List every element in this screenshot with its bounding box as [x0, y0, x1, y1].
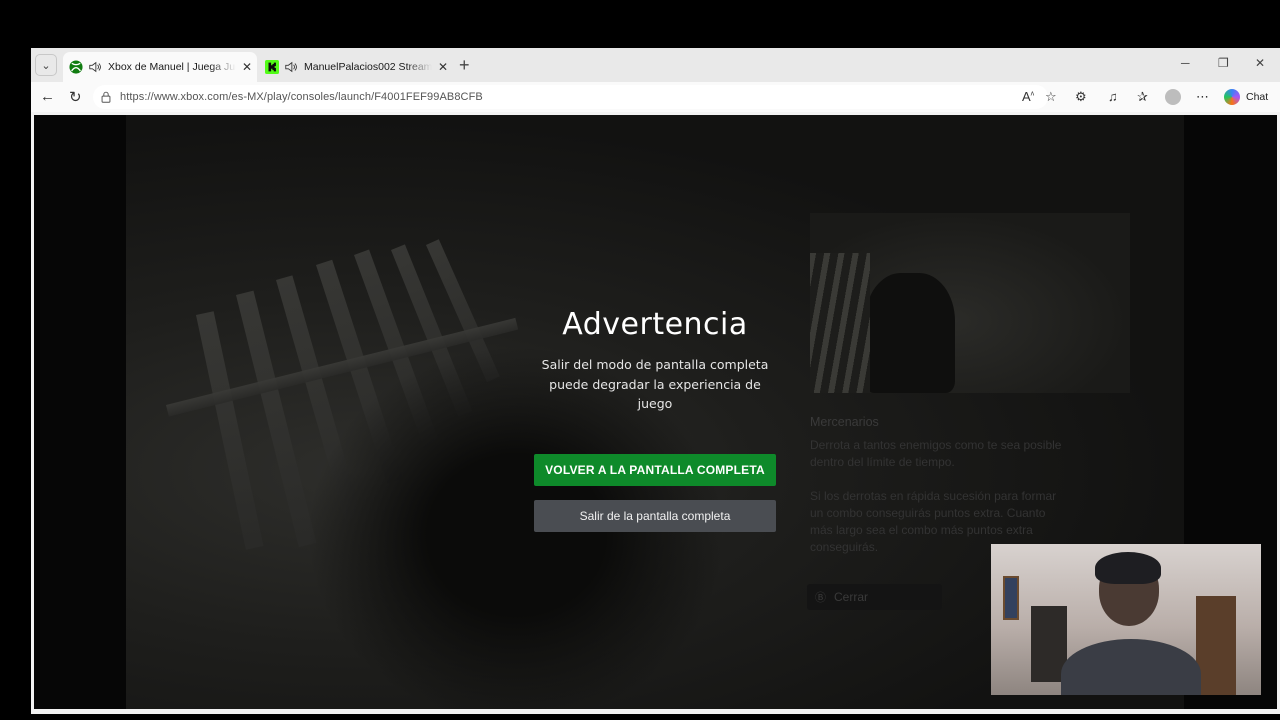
tab-strip: ⌄ Xbox de Manuel | Juega Juegos ✕ Manuel…: [31, 48, 1280, 82]
exit-fullscreen-button[interactable]: Salir de la pantalla completa: [534, 499, 776, 532]
favorites-icon[interactable]: ✰: [1137, 89, 1148, 105]
dialog-title: Advertencia: [562, 307, 748, 342]
dialog-message-line-2: puede degradar la experiencia de juego: [549, 376, 761, 412]
panel-close-button[interactable]: Ⓑ Cerrar: [807, 584, 942, 610]
chevron-down-icon: ⌄: [41, 59, 51, 72]
kick-icon: [265, 60, 279, 74]
extensions-icon[interactable]: ⚙: [1075, 89, 1087, 105]
profile-avatar-icon[interactable]: [1165, 89, 1181, 105]
close-label: Cerrar: [834, 590, 869, 604]
streamer-body: [1061, 639, 1201, 695]
tab-title: Xbox de Manuel | Juega Juegos: [108, 61, 236, 73]
url-text[interactable]: https://www.xbox.com/es-MX/play/consoles…: [120, 91, 483, 103]
new-tab-button[interactable]: +: [459, 55, 470, 76]
media-control-icon[interactable]: ♫: [1108, 89, 1118, 104]
tab-kick[interactable]: ManuelPalacios002 Stream - Kick ✕: [259, 52, 451, 82]
streamer-hair: [1095, 552, 1161, 584]
wall-picture: [1003, 576, 1019, 620]
minimize-button[interactable]: ─: [1181, 56, 1190, 70]
speaker-icon[interactable]: [88, 60, 102, 74]
close-icon[interactable]: ✕: [242, 60, 252, 74]
webcam-overlay: [991, 544, 1261, 695]
wooden-door: [1196, 596, 1236, 695]
address-bar[interactable]: https://www.xbox.com/es-MX/play/consoles…: [93, 85, 1048, 109]
chat-label: Chat: [1246, 91, 1269, 103]
soldier-figure: [865, 273, 955, 393]
tab-list-button[interactable]: ⌄: [35, 54, 57, 76]
close-window-button[interactable]: ✕: [1255, 56, 1265, 70]
panel-title: Mercenarios: [810, 415, 879, 429]
favorite-star-icon[interactable]: ☆: [1045, 89, 1057, 105]
lock-icon[interactable]: [99, 90, 113, 104]
mode-thumbnail: [810, 213, 1130, 393]
address-toolbar: ← ↻ https://www.xbox.com/es-MX/play/cons…: [31, 82, 1280, 112]
read-aloud-icon[interactable]: Aʌ: [1022, 89, 1034, 104]
maximize-button[interactable]: ❐: [1218, 56, 1229, 70]
dialog-message: Salir del modo de pantalla completa pued…: [534, 355, 776, 414]
b-button-icon: Ⓑ: [815, 592, 826, 604]
warning-dialog: Advertencia Salir del modo de pantalla c…: [534, 307, 776, 532]
more-menu-icon[interactable]: ⋯: [1196, 89, 1209, 105]
xbox-icon: [69, 60, 83, 74]
copilot-icon: [1224, 89, 1240, 105]
panel-paragraph-1: Derrota a tantos enemigos como te sea po…: [810, 438, 1062, 469]
copilot-chat-button[interactable]: Chat: [1224, 89, 1268, 105]
return-fullscreen-button[interactable]: VOLVER A LA PANTALLA COMPLETA: [534, 453, 776, 486]
back-arrow-icon[interactable]: ←: [40, 88, 55, 105]
tab-xbox[interactable]: Xbox de Manuel | Juega Juegos ✕: [63, 52, 257, 82]
speaker-icon[interactable]: [284, 60, 298, 74]
thumbnail-fence: [810, 253, 870, 393]
tab-title: ManuelPalacios002 Stream - Kick: [304, 61, 432, 73]
close-icon[interactable]: ✕: [438, 60, 448, 74]
dialog-message-line-1: Salir del modo de pantalla completa: [541, 357, 769, 372]
refresh-icon[interactable]: ↻: [69, 88, 82, 106]
